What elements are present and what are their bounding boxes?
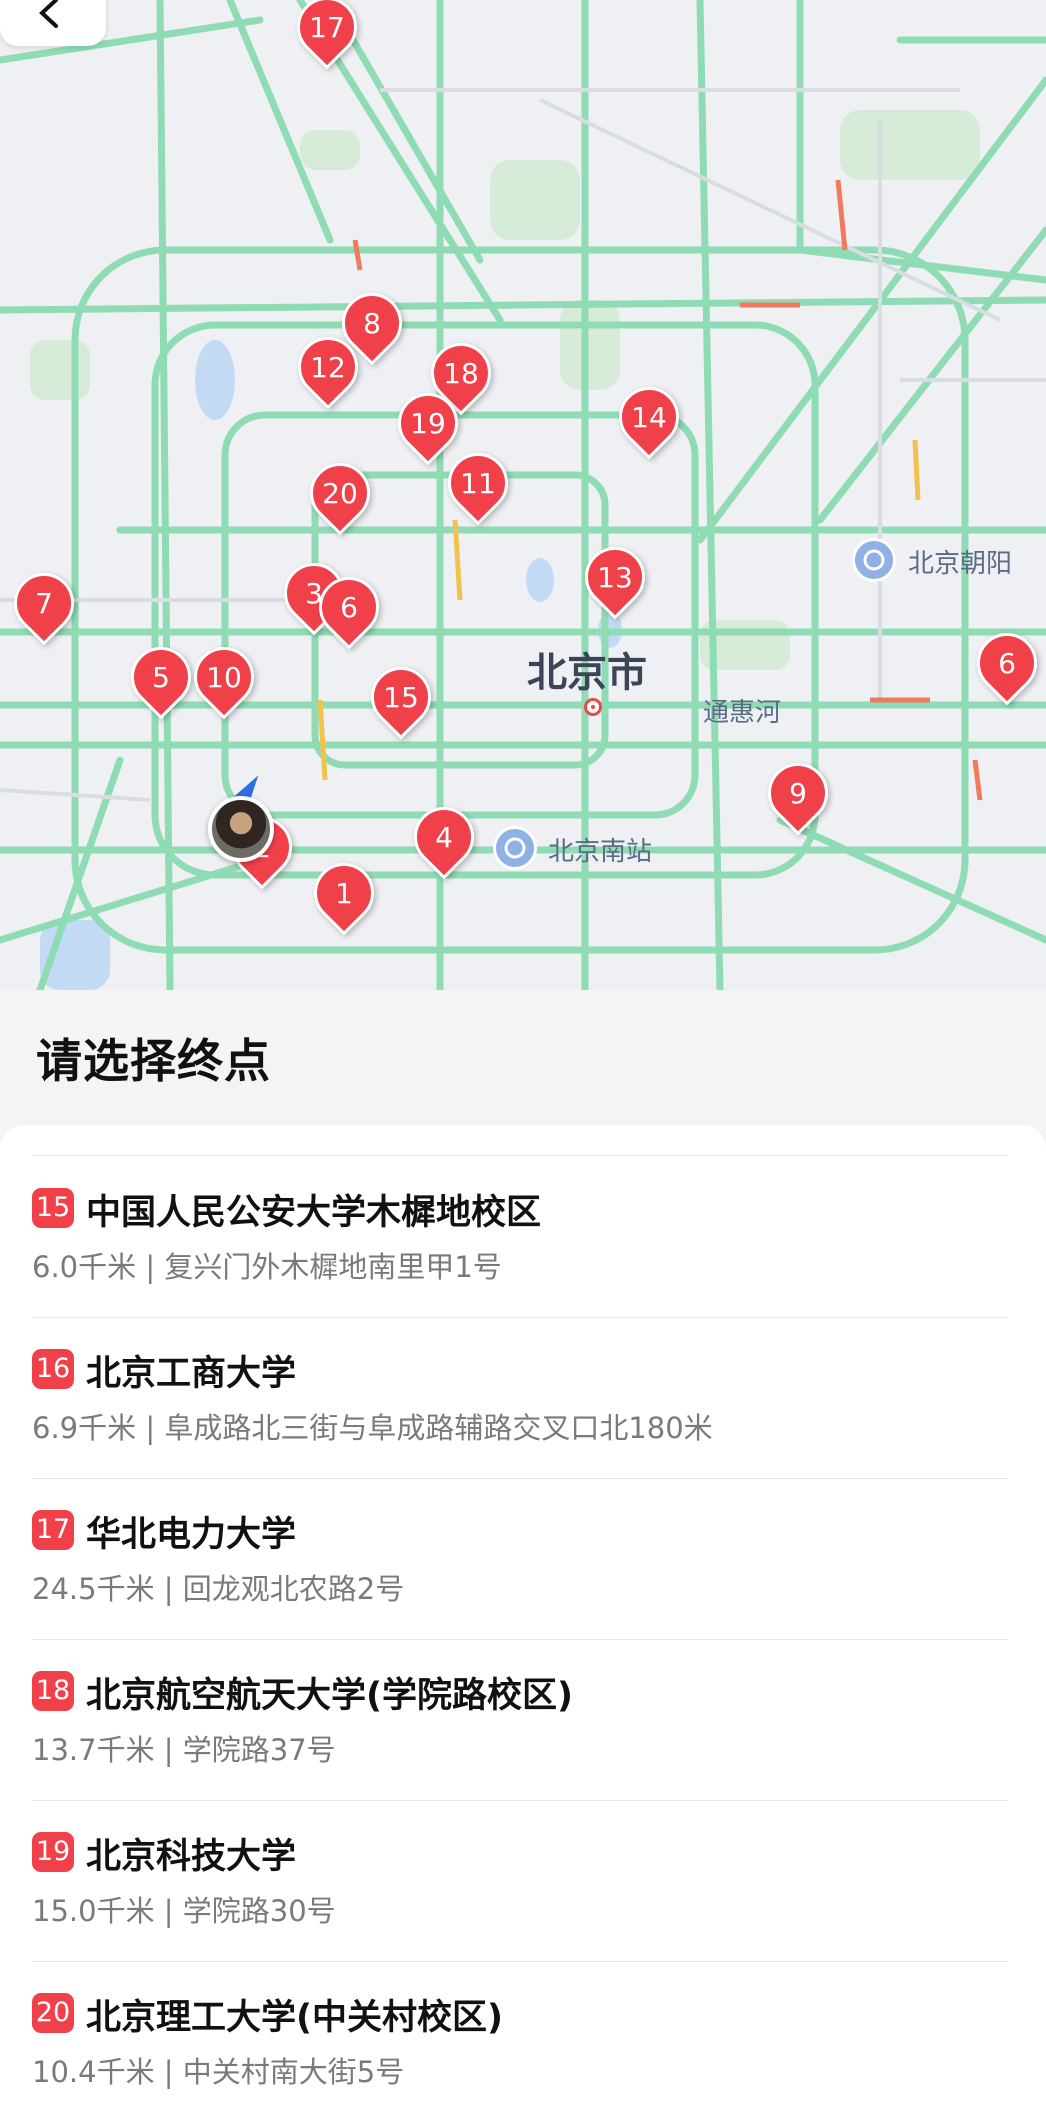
back-arrow-icon — [39, 0, 58, 28]
map-pin[interactable]: 14 — [606, 374, 692, 460]
map-pin[interactable]: 6 — [964, 620, 1046, 706]
destination-name: 华北电力大学 — [86, 1515, 297, 1555]
destination-detail: 10.4千米 | 中关村南大街5号 — [32, 2055, 405, 2089]
map-label-south-station: 北京南站 — [548, 837, 653, 867]
map-pin[interactable]: 12 — [285, 324, 371, 410]
destination-item[interactable]: 19 北京科技大学 15.0千米 | 学院路30号 — [32, 1800, 1008, 1962]
map-pin[interactable]: 4 — [401, 794, 487, 880]
map-pin[interactable]: 17 — [284, 0, 370, 70]
destination-badge: 19 — [32, 1832, 74, 1872]
map-label-chaoyang: 北京朝阳 — [908, 549, 1013, 579]
map-pin[interactable]: 19 — [385, 380, 471, 466]
destination-detail: 24.5千米 | 回龙观北农路2号 — [32, 1572, 405, 1606]
station-icon — [852, 538, 896, 582]
destination-name: 北京科技大学 — [86, 1837, 297, 1877]
city-label: 北京市 — [527, 650, 647, 696]
city-center-marker — [584, 698, 602, 716]
map-pin[interactable]: 20 — [297, 450, 383, 536]
destination-name: 中国人民公安大学木樨地校区 — [86, 1193, 542, 1233]
sheet-title: 请选择终点 — [36, 1034, 271, 1088]
destination-badge: 16 — [32, 1349, 74, 1389]
map-pin[interactable]: 15 — [358, 654, 444, 740]
destination-list[interactable]: 15 中国人民公安大学木樨地校区 6.0千米 | 复兴门外木樨地南里甲1号 16… — [0, 1125, 1046, 2125]
map-pin[interactable]: 13 — [572, 534, 658, 620]
destination-badge: 20 — [32, 1993, 74, 2033]
map-pin[interactable]: 6 — [306, 564, 392, 650]
destination-detail: 6.9千米 | 阜成路北三街与阜成路辅路交叉口北180米 — [32, 1411, 713, 1445]
destination-detail: 13.7千米 | 学院路37号 — [32, 1733, 336, 1767]
map-pin[interactable]: 10 — [181, 634, 267, 720]
destination-item[interactable]: 15 中国人民公安大学木樨地校区 6.0千米 | 复兴门外木樨地南里甲1号 — [32, 1156, 1008, 1318]
destination-badge: 15 — [32, 1188, 74, 1228]
destination-name: 北京理工大学(中关村校区) — [86, 1998, 503, 2038]
destination-item[interactable]: 16 北京工商大学 6.9千米 | 阜成路北三街与阜成路辅路交叉口北180米 — [32, 1317, 1008, 1479]
destination-badge: 17 — [32, 1510, 74, 1550]
map-pin[interactable]: 9 — [755, 750, 841, 836]
destination-item[interactable]: 20 北京理工大学(中关村校区) 10.4千米 | 中关村南大街5号 — [32, 1961, 1008, 2122]
station-icon — [493, 826, 537, 870]
user-location-avatar — [208, 796, 274, 862]
map-label-tonghui-river: 通惠河 — [703, 698, 782, 728]
destination-name: 北京航空航天大学(学院路校区) — [86, 1676, 573, 1716]
map-pin[interactable]: 7 — [1, 560, 87, 646]
map-view[interactable]: 北京市 北京朝阳 通惠河 北京南站 1 2 3 4 5 6 6 7 8 9 10… — [0, 0, 1046, 990]
destination-detail: 6.0千米 | 复兴门外木樨地南里甲1号 — [32, 1250, 502, 1284]
destination-item[interactable]: 18 北京航空航天大学(学院路校区) 13.7千米 | 学院路37号 — [32, 1639, 1008, 1801]
back-button[interactable] — [0, 0, 106, 46]
map-pin[interactable]: 1 — [301, 850, 387, 936]
destination-item[interactable]: 17 华北电力大学 24.5千米 | 回龙观北农路2号 — [32, 1478, 1008, 1640]
map-pin[interactable]: 5 — [118, 634, 204, 720]
destination-name: 北京工商大学 — [86, 1354, 297, 1394]
destination-detail: 15.0千米 | 学院路30号 — [32, 1894, 336, 1928]
destination-badge: 18 — [32, 1671, 74, 1711]
